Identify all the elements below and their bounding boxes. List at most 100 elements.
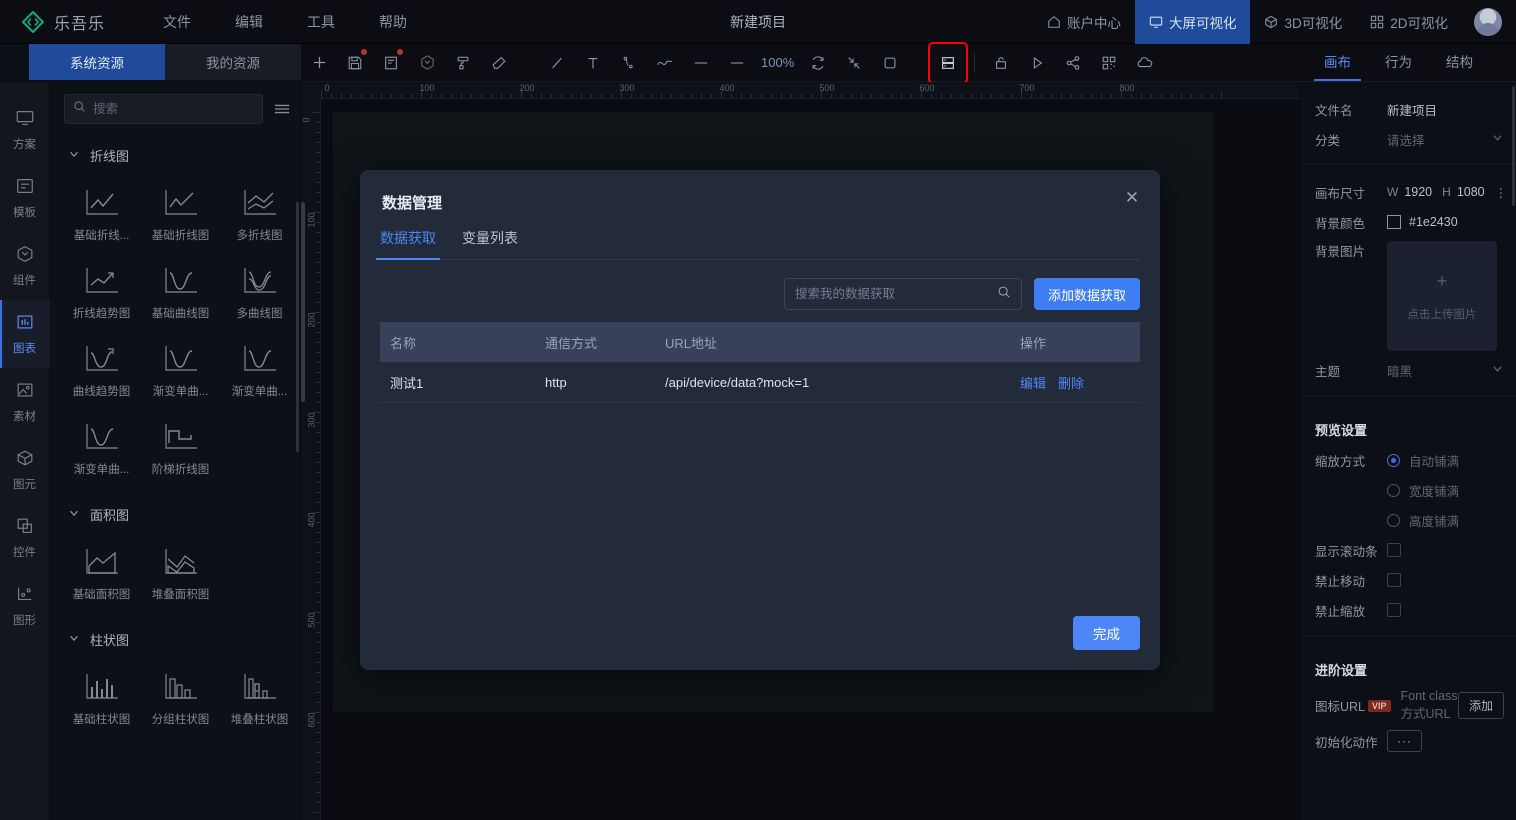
tab-system-resources[interactable]: 系统资源 bbox=[29, 44, 165, 80]
tab-canvas[interactable]: 画布 bbox=[1314, 44, 1361, 81]
sidebar-item-widget[interactable]: 控件 bbox=[0, 504, 50, 572]
checkbox-show-scrollbar[interactable] bbox=[1387, 543, 1401, 557]
chart-item[interactable]: 分组柱状图 bbox=[141, 657, 220, 735]
canvas-height-field[interactable]: H 1080 bbox=[1442, 185, 1484, 199]
chart-item[interactable]: 基础面积图 bbox=[62, 532, 141, 610]
chart-item[interactable]: 曲线趋势图 bbox=[62, 329, 141, 407]
add-icon[interactable] bbox=[301, 44, 337, 82]
nav-big-screen[interactable]: 大屏可视化 bbox=[1134, 0, 1251, 44]
edit-link[interactable]: 编辑 bbox=[1020, 373, 1046, 392]
add-icon-url-button[interactable]: 添加 bbox=[1457, 692, 1504, 719]
value-filename[interactable]: 新建项目 bbox=[1387, 100, 1437, 119]
eraser-icon[interactable] bbox=[481, 44, 517, 82]
theme-select[interactable]: 暗黑 bbox=[1387, 361, 1504, 380]
sidebar-item-template[interactable]: 模板 bbox=[0, 164, 50, 232]
icon-url-placeholder[interactable]: Font class方式URL bbox=[1401, 689, 1458, 722]
dialog-search-input[interactable] bbox=[794, 287, 991, 301]
row-show-scrollbar: 显示滚动条 bbox=[1301, 535, 1516, 565]
zoom-level[interactable]: 100% bbox=[755, 55, 800, 70]
chart-item[interactable]: 多曲线图 bbox=[220, 251, 299, 329]
chart-item[interactable]: 基础柱状图 bbox=[62, 657, 141, 735]
right-panel-scrollbar[interactable] bbox=[1512, 86, 1515, 206]
brand[interactable]: 乐吾乐 bbox=[21, 10, 105, 34]
add-data-fetch-button[interactable]: 添加数据获取 bbox=[1033, 278, 1140, 310]
library-scrollbar[interactable] bbox=[296, 202, 299, 452]
dash-icon[interactable] bbox=[683, 44, 719, 82]
dialog-search-box[interactable] bbox=[783, 278, 1022, 310]
avatar[interactable] bbox=[1474, 7, 1502, 36]
component-icon[interactable] bbox=[409, 44, 445, 82]
text-icon[interactable] bbox=[575, 44, 611, 82]
library-search-box[interactable] bbox=[64, 94, 263, 124]
tab-data-fetch[interactable]: 数据获取 bbox=[376, 228, 440, 260]
tab-my-resources[interactable]: 我的资源 bbox=[165, 44, 301, 80]
radio-auto-fill[interactable] bbox=[1387, 453, 1400, 467]
line-icon[interactable] bbox=[539, 44, 575, 82]
menu-item-tools[interactable]: 工具 bbox=[307, 12, 335, 32]
play-icon[interactable] bbox=[1019, 44, 1055, 82]
menu-item-file[interactable]: 文件 bbox=[163, 12, 191, 32]
file-note-icon[interactable] bbox=[373, 44, 409, 82]
fit-icon[interactable] bbox=[836, 44, 872, 82]
chart-item[interactable]: 基础曲线图 bbox=[141, 251, 220, 329]
color-swatch[interactable] bbox=[1387, 215, 1401, 229]
search-input[interactable] bbox=[93, 102, 254, 116]
list-view-icon[interactable] bbox=[273, 101, 291, 117]
chart-item[interactable]: 渐变单曲... bbox=[220, 329, 299, 407]
sidebar-item-shape[interactable]: 图形 bbox=[0, 572, 50, 640]
cloud-icon[interactable] bbox=[1127, 44, 1163, 82]
chart-item[interactable]: 折线趋势图 bbox=[62, 251, 141, 329]
category-select[interactable]: 请选择 bbox=[1387, 130, 1504, 149]
done-button[interactable]: 完成 bbox=[1073, 616, 1140, 650]
tab-structure[interactable]: 结构 bbox=[1436, 44, 1483, 81]
refresh-icon[interactable] bbox=[800, 44, 836, 82]
bg-image-upload[interactable]: + 点击上传图片 bbox=[1387, 241, 1497, 351]
init-action-button[interactable]: ··· bbox=[1387, 730, 1422, 752]
radio-height-fill[interactable] bbox=[1387, 513, 1400, 527]
menu-item-help[interactable]: 帮助 bbox=[379, 12, 407, 32]
format-brush-icon[interactable] bbox=[445, 44, 481, 82]
save-icon[interactable] bbox=[337, 44, 373, 82]
library-group-header-line[interactable]: 折线图 bbox=[50, 136, 300, 171]
nav-3d[interactable]: 3D可视化 bbox=[1250, 0, 1356, 44]
qrcode-icon[interactable] bbox=[1091, 44, 1127, 82]
curve-icon[interactable] bbox=[647, 44, 683, 82]
nav-account-center[interactable]: 账户中心 bbox=[1033, 0, 1135, 44]
chart-item[interactable]: 基础折线图 bbox=[141, 173, 220, 251]
sidebar-item-material[interactable]: 素材 bbox=[0, 368, 50, 436]
share-icon[interactable] bbox=[1055, 44, 1091, 82]
more-options-icon[interactable]: ⋮ bbox=[1495, 185, 1509, 200]
polyline-icon[interactable] bbox=[611, 44, 647, 82]
canvas-vertical-scrollbar[interactable] bbox=[301, 202, 305, 402]
table-row[interactable]: 测试1 http /api/device/data?mock=1 编辑 删除 bbox=[380, 362, 1140, 403]
data-manage-icon[interactable] bbox=[928, 41, 969, 84]
checkbox-disable-move[interactable] bbox=[1387, 573, 1401, 587]
chart-item[interactable]: 基础折线... bbox=[62, 173, 141, 251]
chart-item[interactable]: 阶梯折线图 bbox=[141, 407, 220, 485]
lock-icon[interactable] bbox=[983, 44, 1019, 82]
bg-color-value[interactable]: #1e2430 bbox=[1409, 215, 1458, 229]
dialog-actions: 添加数据获取 bbox=[783, 278, 1140, 310]
close-icon[interactable]: ✕ bbox=[1120, 186, 1144, 210]
chart-item[interactable]: 堆叠柱状图 bbox=[220, 657, 299, 735]
canvas-width-field[interactable]: W 1920 bbox=[1387, 185, 1432, 199]
checkbox-disable-zoom[interactable] bbox=[1387, 603, 1401, 617]
tab-behavior[interactable]: 行为 bbox=[1375, 44, 1422, 81]
chart-item[interactable]: 渐变单曲... bbox=[141, 329, 220, 407]
minus-icon[interactable] bbox=[719, 44, 755, 82]
chart-item[interactable]: 渐变单曲... bbox=[62, 407, 141, 485]
nav-2d[interactable]: 2D可视化 bbox=[1356, 0, 1462, 44]
sidebar-item-chart[interactable]: 图表 bbox=[0, 300, 50, 368]
menu-item-edit[interactable]: 编辑 bbox=[235, 12, 263, 32]
frame-icon[interactable] bbox=[872, 44, 908, 82]
library-group-header-bar[interactable]: 柱状图 bbox=[50, 612, 300, 655]
library-group-header-area[interactable]: 面积图 bbox=[50, 487, 300, 530]
radio-width-fill[interactable] bbox=[1387, 483, 1400, 497]
delete-link[interactable]: 删除 bbox=[1058, 373, 1084, 392]
sidebar-item-scheme[interactable]: 方案 bbox=[0, 96, 50, 164]
tab-variable-list[interactable]: 变量列表 bbox=[462, 228, 518, 259]
sidebar-item-primitive[interactable]: 图元 bbox=[0, 436, 50, 504]
chart-item[interactable]: 多折线图 bbox=[220, 173, 299, 251]
chart-item[interactable]: 堆叠面积图 bbox=[141, 532, 220, 610]
sidebar-item-component[interactable]: 组件 bbox=[0, 232, 50, 300]
